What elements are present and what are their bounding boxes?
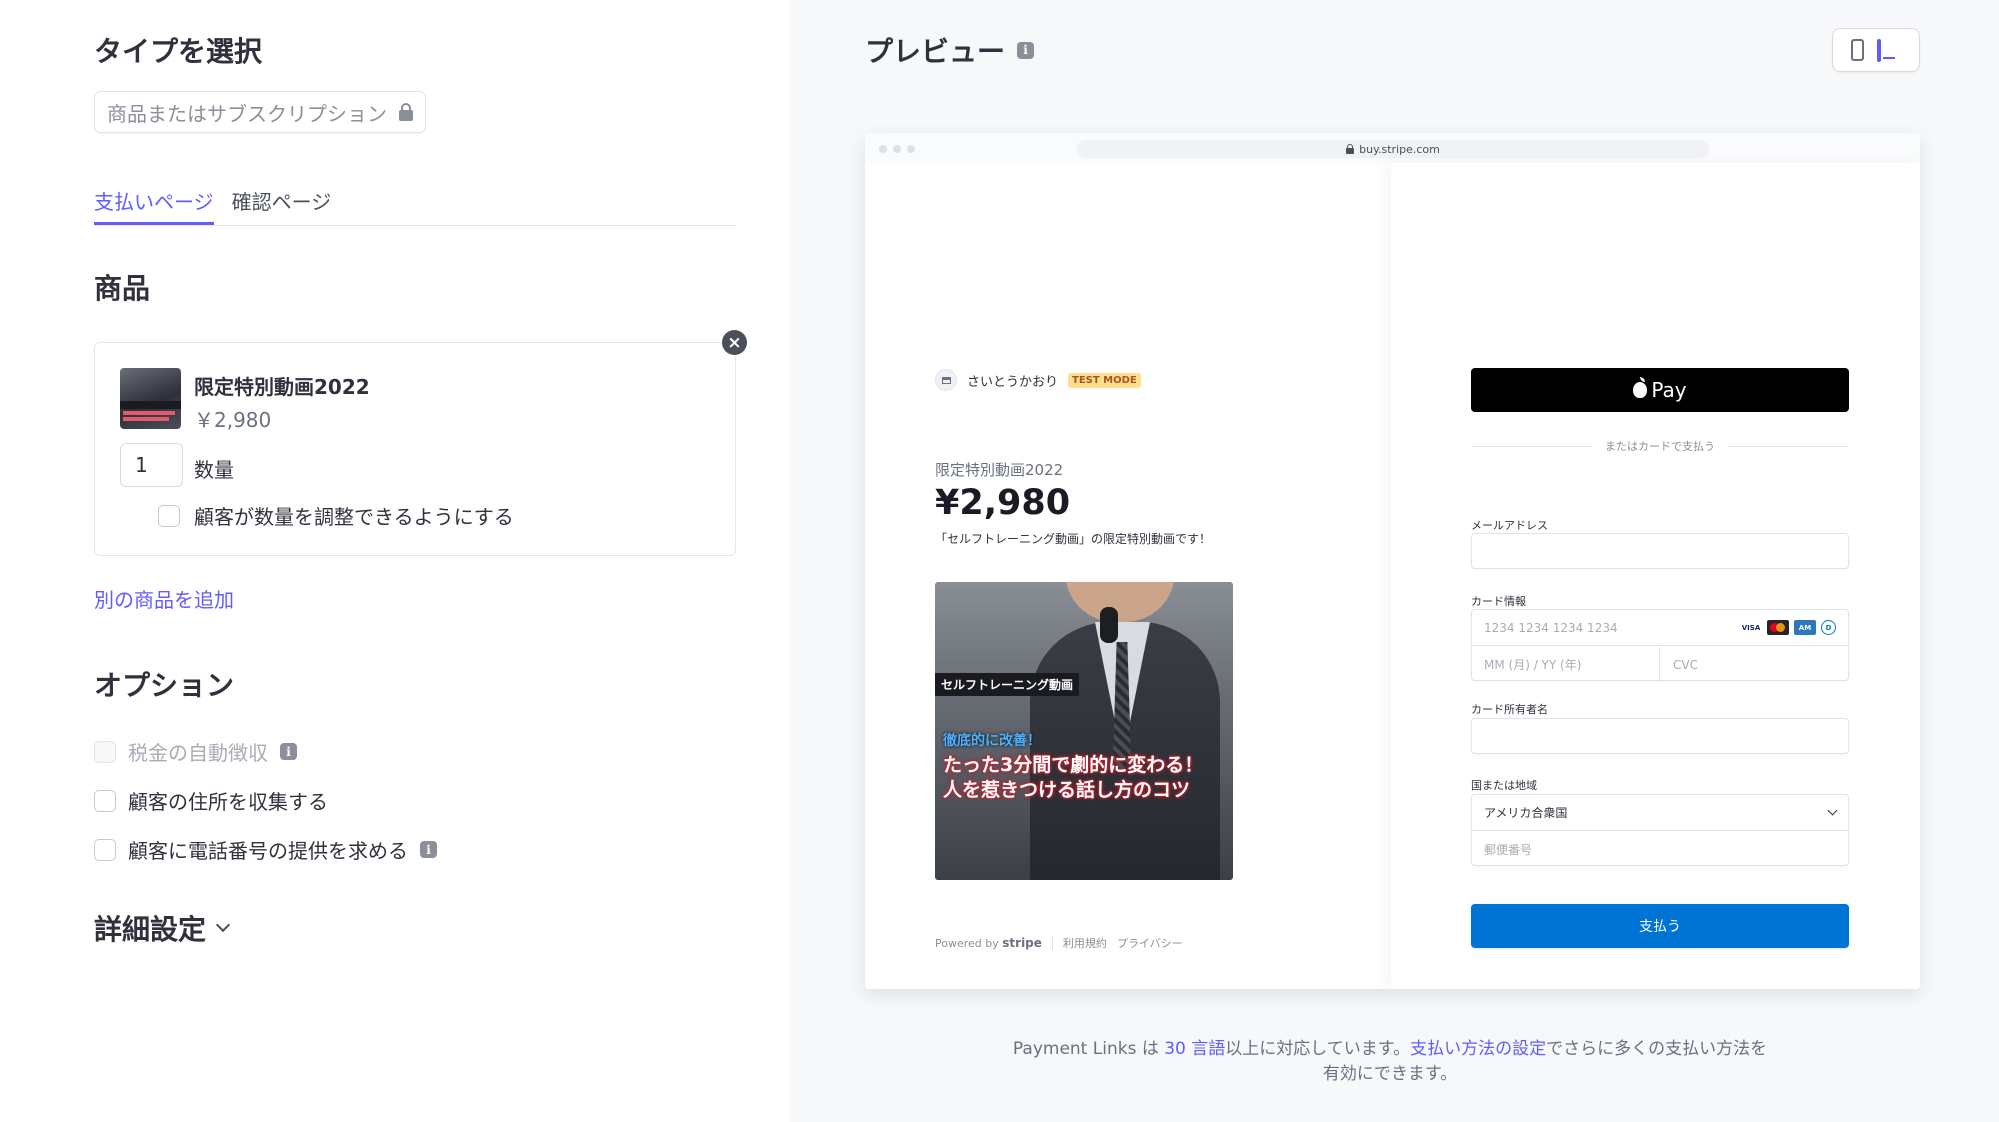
product-price: ￥2,980 xyxy=(194,408,272,432)
tab-confirmation-page[interactable]: 確認ページ xyxy=(232,186,332,225)
phone-number-label: 顧客に電話番号の提供を求める xyxy=(128,839,408,863)
country-group: アメリカ合衆国 郵便番号 xyxy=(1471,794,1849,866)
image-subtitle: 徹底的に改善！ xyxy=(943,733,1041,749)
mobile-view-icon[interactable] xyxy=(1851,39,1865,61)
visa-icon: VISA xyxy=(1740,620,1762,635)
browser-preview: buy.stripe.com さいとうかおり TEST MODE 限定特別動画2… xyxy=(865,133,1920,989)
languages-link[interactable]: 30 言語 xyxy=(1164,1039,1225,1059)
card-cvc-field[interactable]: CVC xyxy=(1661,647,1848,682)
amex-icon: AM xyxy=(1794,620,1816,635)
option-collect-address[interactable]: 顧客の住所を収集する xyxy=(94,786,328,815)
product-thumbnail xyxy=(120,368,181,429)
lock-icon xyxy=(399,103,413,121)
image-headline-2: 人を惹きつける話し方のコツ xyxy=(943,779,1191,801)
cardholder-label: カード所有者名 xyxy=(1471,703,1548,716)
adjust-quantity-checkbox[interactable] xyxy=(158,504,180,527)
payment-methods-link[interactable]: 支払い方法の設定 xyxy=(1410,1039,1546,1059)
page-tabs: 支払いページ 確認ページ xyxy=(94,186,737,226)
checkout-product-name: 限定特別動画2022 xyxy=(935,461,1064,479)
email-label: メールアドレス xyxy=(1471,519,1548,532)
chevron-down-icon xyxy=(215,917,231,933)
auto-tax-label: 税金の自動徴収 xyxy=(128,741,268,765)
collect-address-checkbox[interactable] xyxy=(94,789,116,812)
lock-icon xyxy=(1346,144,1355,154)
product-name: 限定特別動画2022 xyxy=(194,375,370,399)
advanced-settings-toggle[interactable]: 詳細設定 xyxy=(94,908,231,948)
diners-icon: D xyxy=(1821,620,1836,635)
preview-heading-row: プレビュー i xyxy=(865,30,1035,70)
image-headline-1: たった3分間で劇的に変わる！ xyxy=(943,754,1204,776)
checkout-description: 「セルフトレーニング動画」の限定特別動画です！ xyxy=(935,532,1212,546)
auto-tax-checkbox xyxy=(94,740,116,763)
apple-icon xyxy=(1633,377,1648,398)
product-image: セルフトレーニング動画 徹底的に改善！ たった3分間で劇的に変わる！ 人を惹きつ… xyxy=(935,582,1233,880)
collect-address-label: 顧客の住所を収集する xyxy=(128,790,328,814)
card-info-group: 1234 1234 1234 1234 VISA AM D MM (月) / Y… xyxy=(1471,609,1849,682)
tab-payment-page[interactable]: 支払いページ xyxy=(94,186,214,225)
card-info-label: カード情報 xyxy=(1471,595,1526,608)
or-card-text: またはカードで支払う xyxy=(1605,440,1715,453)
mastercard-icon xyxy=(1767,620,1789,635)
options-heading: オプション xyxy=(94,669,235,702)
add-product-link[interactable]: 別の商品を追加 xyxy=(94,584,234,613)
product-heading: 商品 xyxy=(94,272,151,305)
info-icon[interactable]: i xyxy=(280,743,297,760)
apple-pay-label: Pay xyxy=(1651,378,1687,402)
apple-pay-button[interactable]: Pay xyxy=(1471,368,1849,412)
quantity-input[interactable]: 1 xyxy=(120,443,183,487)
settings-panel: タイプを選択 商品またはサブスクリプション 支払いページ 確認ページ 商品 限定… xyxy=(0,0,790,1122)
test-mode-badge: TEST MODE xyxy=(1068,372,1141,388)
merchant-row: さいとうかおり TEST MODE xyxy=(935,369,1141,391)
info-icon[interactable]: i xyxy=(1017,41,1035,59)
option-auto-tax: 税金の自動徴収 i xyxy=(94,737,297,766)
powered-by: Powered by stripe xyxy=(935,936,1042,950)
advanced-settings-heading: 詳細設定 xyxy=(94,913,207,946)
chevron-down-icon xyxy=(1827,805,1838,816)
checkout-footer: Powered by stripe 利用規約 プライバシー xyxy=(935,935,1183,951)
remove-product-icon[interactable]: × xyxy=(722,330,747,355)
adjust-quantity-option[interactable]: 顧客が数量を調整できるようにする xyxy=(158,501,514,530)
cardholder-field[interactable] xyxy=(1471,718,1849,754)
device-toggle xyxy=(1832,28,1920,72)
email-field[interactable] xyxy=(1471,533,1849,569)
card-expiry-field[interactable]: MM (月) / YY (年) xyxy=(1472,647,1660,682)
privacy-link[interactable]: プライバシー xyxy=(1117,935,1183,951)
store-icon xyxy=(935,369,957,391)
phone-number-checkbox[interactable] xyxy=(94,838,116,861)
languages-note: Payment Links は 30 言語以上に対応しています。支払い方法の設定… xyxy=(1012,1039,1768,1084)
desktop-view-icon[interactable] xyxy=(1876,39,1901,62)
preview-panel: プレビュー i buy.stripe.com さいとうかおり TEST MODE… xyxy=(790,0,1999,1122)
pay-button[interactable]: 支払う xyxy=(1471,904,1849,948)
merchant-name: さいとうかおり xyxy=(967,374,1059,390)
adjust-quantity-label: 顧客が数量を調整できるようにする xyxy=(194,505,514,529)
info-icon[interactable]: i xyxy=(420,841,437,858)
type-select[interactable]: 商品またはサブスクリプション xyxy=(94,91,426,133)
country-label: 国または地域 xyxy=(1471,779,1537,792)
option-phone-number[interactable]: 顧客に電話番号の提供を求める i xyxy=(94,835,437,864)
quantity-label: 数量 xyxy=(194,458,234,482)
checkout-price: ¥2,980 xyxy=(935,483,1071,523)
terms-link[interactable]: 利用規約 xyxy=(1063,935,1107,951)
postal-code-field[interactable]: 郵便番号 xyxy=(1472,832,1848,867)
product-card: 限定特別動画2022 ￥2,980 1 数量 顧客が数量を調整できるようにする xyxy=(94,342,736,556)
image-tag: セルフトレーニング動画 xyxy=(935,673,1080,696)
preview-heading: プレビュー xyxy=(865,35,1006,68)
stripe-logo: stripe xyxy=(1002,936,1042,950)
country-select[interactable]: アメリカ合衆国 xyxy=(1472,795,1848,831)
type-select-value: 商品またはサブスクリプション xyxy=(107,101,387,126)
card-brands: VISA AM D xyxy=(1740,620,1836,635)
or-divider: またはカードで支払う xyxy=(1471,439,1849,453)
type-heading: タイプを選択 xyxy=(94,35,263,68)
